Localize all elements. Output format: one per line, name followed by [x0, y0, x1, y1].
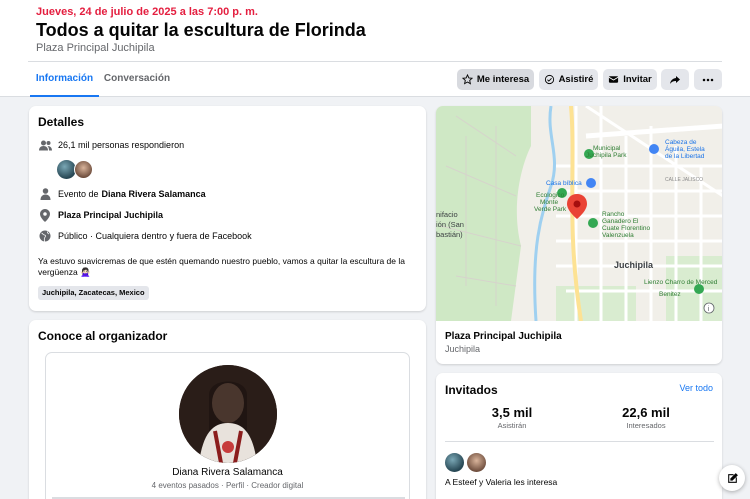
- place-row: Plaza Principal Juchipila: [38, 208, 163, 222]
- interested-count: 22,6 mil: [622, 405, 670, 420]
- map-label-street: CALLE JALISCO: [665, 177, 703, 183]
- responded-row: 26,1 mil personas respondieron: [38, 138, 184, 152]
- location-map[interactable]: Municipal Juchipila Park Ecologico Monte Ve…: [436, 106, 722, 322]
- going-count: 3,5 mil: [491, 405, 533, 420]
- details-card: Detalles 26,1 mil personas respondieron …: [29, 106, 426, 311]
- host-prefix: Evento de: [58, 189, 99, 199]
- host-name-link[interactable]: Diana Rivera Salamanca: [102, 189, 206, 199]
- check-circle-icon: [544, 74, 554, 85]
- organizer-photo[interactable]: [179, 365, 277, 464]
- going-stat-label: Asistirán: [497, 421, 527, 430]
- compose-button[interactable]: [719, 465, 745, 491]
- map-place-sub: Juchipila: [445, 344, 481, 354]
- people-icon: [38, 138, 52, 152]
- invited-card: Invitados Ver todo 3,5 mil Asistirán 22,…: [436, 373, 722, 499]
- responder-avatar[interactable]: [74, 160, 93, 179]
- interested-label: Me interesa: [476, 74, 530, 85]
- share-button[interactable]: [661, 69, 689, 90]
- invited-divider: [445, 441, 714, 442]
- interested-button[interactable]: Me interesa: [457, 69, 534, 90]
- invited-title: Invitados: [445, 383, 498, 397]
- more-options-button[interactable]: [694, 69, 722, 90]
- organizer-card: Conoce al organizador Diana Rivera Salam…: [29, 320, 426, 499]
- map-label-town: Juchipila: [614, 260, 654, 270]
- organizer-name[interactable]: Diana Rivera Salamanca: [46, 467, 409, 478]
- map-label-church: Casa bíblica: [546, 180, 582, 187]
- friends-interested-text: A Esteef y Valeria les interesa: [445, 477, 558, 487]
- tab-conversation[interactable]: Conversación: [103, 62, 171, 97]
- person-icon: [38, 187, 52, 201]
- invite-label: Invitar: [623, 74, 652, 85]
- place-link[interactable]: Plaza Principal Juchipila: [58, 210, 163, 220]
- going-button[interactable]: Asistiré: [539, 69, 598, 90]
- star-icon: [461, 74, 473, 85]
- location-tag[interactable]: Juchipila, Zacatecas, Mexico: [38, 286, 149, 300]
- event-location[interactable]: Plaza Principal Juchipila: [36, 42, 155, 54]
- globe-icon: [38, 229, 52, 243]
- going-stat[interactable]: 3,5 mil Asistirán: [452, 405, 572, 430]
- event-title: Todos a quitar la escultura de Florinda: [36, 20, 366, 40]
- interested-stat[interactable]: 22,6 mil Interesados: [586, 405, 706, 430]
- organizer-profile-box: Diana Rivera Salamanca 4 eventos pasados…: [45, 352, 410, 499]
- tab-information[interactable]: Información: [30, 62, 99, 97]
- more-dots-icon: [702, 78, 714, 81]
- friend-avatar[interactable]: [445, 453, 464, 472]
- privacy-text: Público · Cualquiera dentro y fuera de F…: [58, 231, 252, 241]
- event-header: Jueves, 24 de julio de 2025 a las 7:00 p…: [0, 0, 750, 97]
- going-label: Asistiré: [558, 74, 594, 85]
- responded-text: 26,1 mil personas respondieron: [58, 140, 185, 150]
- share-arrow-icon: [670, 75, 680, 84]
- envelope-icon: [608, 76, 619, 83]
- organizer-section-title: Conoce al organizador: [38, 329, 168, 343]
- map-place-name[interactable]: Plaza Principal Juchipila: [445, 331, 562, 342]
- host-row: Evento de Diana Rivera Salamanca: [38, 187, 206, 201]
- map-card: Municipal Juchipila Park Ecologico Monte Ve…: [436, 106, 722, 364]
- interested-stat-label: Interesados: [626, 421, 666, 430]
- location-pin-icon: [38, 208, 52, 222]
- friend-avatar[interactable]: [467, 453, 486, 472]
- see-all-link[interactable]: Ver todo: [679, 383, 713, 393]
- organizer-subtitle: 4 eventos pasados · Perfil · Creador dig…: [151, 481, 304, 490]
- privacy-row: Público · Cualquiera dentro y fuera de F…: [38, 229, 252, 243]
- edit-icon: [727, 472, 738, 483]
- event-description: Ya estuvo suavicremas de que estén quema…: [38, 256, 405, 277]
- invite-button[interactable]: Invitar: [603, 69, 657, 90]
- event-date: Jueves, 24 de julio de 2025 a las 7:00 p…: [36, 6, 258, 18]
- details-title: Detalles: [38, 115, 85, 129]
